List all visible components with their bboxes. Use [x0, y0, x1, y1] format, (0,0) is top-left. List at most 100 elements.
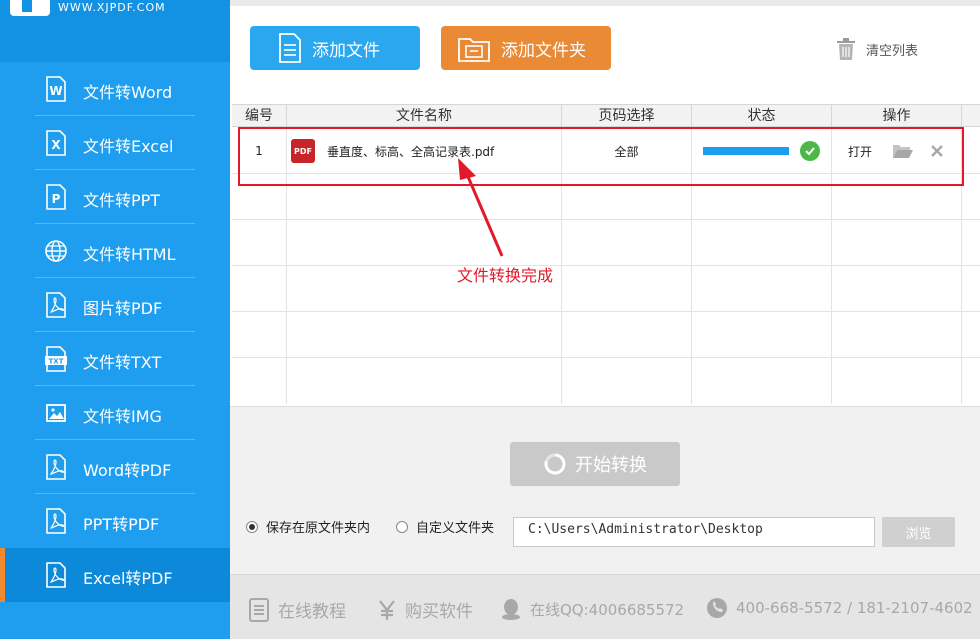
clear-list-button[interactable]: 清空列表	[836, 38, 918, 60]
main-panel: 添加文件 添加文件夹 清空列表 编号 文件名称 页码选择 状态 操作 1 PDF…	[230, 0, 980, 639]
cell-empty	[692, 174, 832, 220]
pdf-file-icon	[46, 508, 66, 534]
document-icon	[279, 33, 301, 63]
logo-text: WWW.XJPDF.COM	[58, 1, 166, 14]
cell-empty	[832, 358, 962, 404]
radio-label: 保存在原文件夹内	[266, 521, 371, 536]
cell-empty	[692, 220, 832, 266]
sidebar-item-excel-to-pdf[interactable]: Excel转PDF	[0, 548, 230, 602]
table-row	[232, 358, 980, 404]
open-folder-icon[interactable]	[892, 143, 914, 159]
table-row	[232, 174, 980, 220]
close-icon[interactable]	[930, 144, 944, 158]
sidebar-item-label: Excel转PDF	[83, 569, 173, 588]
output-path-input[interactable]: C:\Users\Administrator\Desktop	[513, 517, 875, 547]
pdf-file-icon	[46, 454, 66, 480]
browse-button[interactable]: 浏览	[882, 517, 955, 547]
cell-empty	[832, 266, 962, 312]
cell-actions: 打开	[832, 128, 962, 174]
top-strip	[230, 0, 980, 6]
logo-area: WWW.XJPDF.COM	[0, 0, 230, 62]
table-row	[232, 266, 980, 312]
footer-tutorial-label: 在线教程	[278, 602, 346, 622]
radio-custom-folder[interactable]: 自定义文件夹	[396, 517, 494, 536]
refresh-icon	[544, 453, 566, 475]
cell-empty	[287, 358, 562, 404]
footer-phone-label: 400-668-5572 / 181-2107-4602	[736, 599, 973, 617]
footer-qq-link[interactable]: 在线QQ:4006685572	[500, 597, 684, 621]
header-pages: 页码选择	[562, 105, 692, 127]
svg-text:W: W	[49, 84, 62, 98]
pages-value: 全部	[614, 144, 639, 159]
clear-list-label: 清空列表	[866, 43, 919, 59]
table-header: 编号 文件名称 页码选择 状态 操作	[232, 105, 980, 127]
globe-icon	[45, 240, 67, 262]
logo-icon	[10, 0, 50, 16]
cell-empty	[832, 174, 962, 220]
sidebar-item-excel[interactable]: X 文件转Excel	[0, 116, 230, 170]
header-index: 编号	[232, 105, 287, 127]
radio-button[interactable]	[246, 520, 258, 533]
footer-buy-label: 购买软件	[405, 602, 473, 622]
sidebar-item-img[interactable]: 文件转IMG	[0, 386, 230, 440]
image-icon	[46, 404, 66, 422]
start-convert-button[interactable]: 开始转换	[510, 442, 680, 486]
radio-button[interactable]	[396, 520, 408, 533]
pdf-file-icon	[46, 562, 66, 588]
cell-pages[interactable]: 全部	[562, 128, 692, 174]
sidebar-item-word[interactable]: W 文件转Word	[0, 62, 230, 116]
table-row[interactable]: 1 PDF 垂直度、标高、全高记录表.pdf 全部 打开	[232, 128, 980, 174]
footer-tutorial-link[interactable]: 在线教程	[248, 597, 346, 622]
cell-empty	[562, 312, 692, 358]
qq-icon	[502, 599, 520, 620]
sidebar-item-html[interactable]: 文件转HTML	[0, 224, 230, 278]
sidebar-item-ppt[interactable]: P 文件转PPT	[0, 170, 230, 224]
cell-index: 1	[232, 128, 287, 174]
sidebar-item-image-to-pdf[interactable]: 图片转PDF	[0, 278, 230, 332]
sidebar-item-label: 文件转Word	[83, 83, 173, 102]
cell-empty	[287, 312, 562, 358]
footer-buy-link[interactable]: 购买软件	[377, 597, 473, 622]
cell-empty	[562, 358, 692, 404]
cell-empty	[287, 220, 562, 266]
table-row	[232, 220, 980, 266]
sidebar-item-ppt-to-pdf[interactable]: PPT转PDF	[0, 494, 230, 548]
ppt-file-icon: P	[46, 184, 66, 210]
radio-label: 自定义文件夹	[416, 521, 495, 536]
svg-text:TXT: TXT	[49, 358, 64, 366]
sidebar-item-label: 文件转Excel	[83, 137, 174, 156]
cell-empty	[832, 312, 962, 358]
cell-empty	[232, 174, 287, 220]
sidebar-item-word-to-pdf[interactable]: Word转PDF	[0, 440, 230, 494]
cell-empty	[562, 220, 692, 266]
cell-empty	[232, 220, 287, 266]
footer-phone: 400-668-5572 / 181-2107-4602	[706, 597, 973, 619]
add-file-label: 添加文件	[312, 40, 380, 61]
cell-empty	[832, 220, 962, 266]
cell-empty	[287, 174, 562, 220]
sidebar-item-label: 图片转PDF	[83, 299, 163, 318]
conversion-panel: 开始转换 保存在原文件夹内 自定义文件夹 C:\Users\Administra…	[230, 406, 980, 574]
cell-empty	[562, 266, 692, 312]
pdf-file-icon	[46, 292, 66, 318]
folder-icon	[458, 38, 490, 62]
document-icon	[249, 597, 269, 622]
add-file-button[interactable]: 添加文件	[250, 26, 420, 70]
yuan-icon	[379, 599, 395, 620]
word-file-icon: W	[46, 76, 66, 102]
cell-status	[692, 128, 832, 174]
sidebar-item-label: 文件转PPT	[83, 191, 161, 210]
radio-save-original[interactable]: 保存在原文件夹内	[246, 517, 370, 536]
sidebar: WWW.XJPDF.COM W 文件转Word X 文件转Excel P 文件转…	[0, 0, 230, 639]
open-button[interactable]: 打开	[848, 143, 872, 160]
sidebar-item-txt[interactable]: TXT 文件转TXT	[0, 332, 230, 386]
pdf-file-icon: PDF	[291, 139, 315, 163]
cell-empty	[692, 358, 832, 404]
table-row	[232, 312, 980, 358]
footer-qq-label: 在线QQ:4006685572	[530, 600, 685, 619]
footer: 在线教程 购买软件 在线QQ:4006685572 400-668-5572 /…	[230, 574, 980, 639]
add-folder-button[interactable]: 添加文件夹	[441, 26, 611, 70]
sidebar-item-label: Word转PDF	[83, 461, 172, 480]
header-status: 状态	[692, 105, 832, 127]
header-file-name: 文件名称	[287, 105, 562, 127]
